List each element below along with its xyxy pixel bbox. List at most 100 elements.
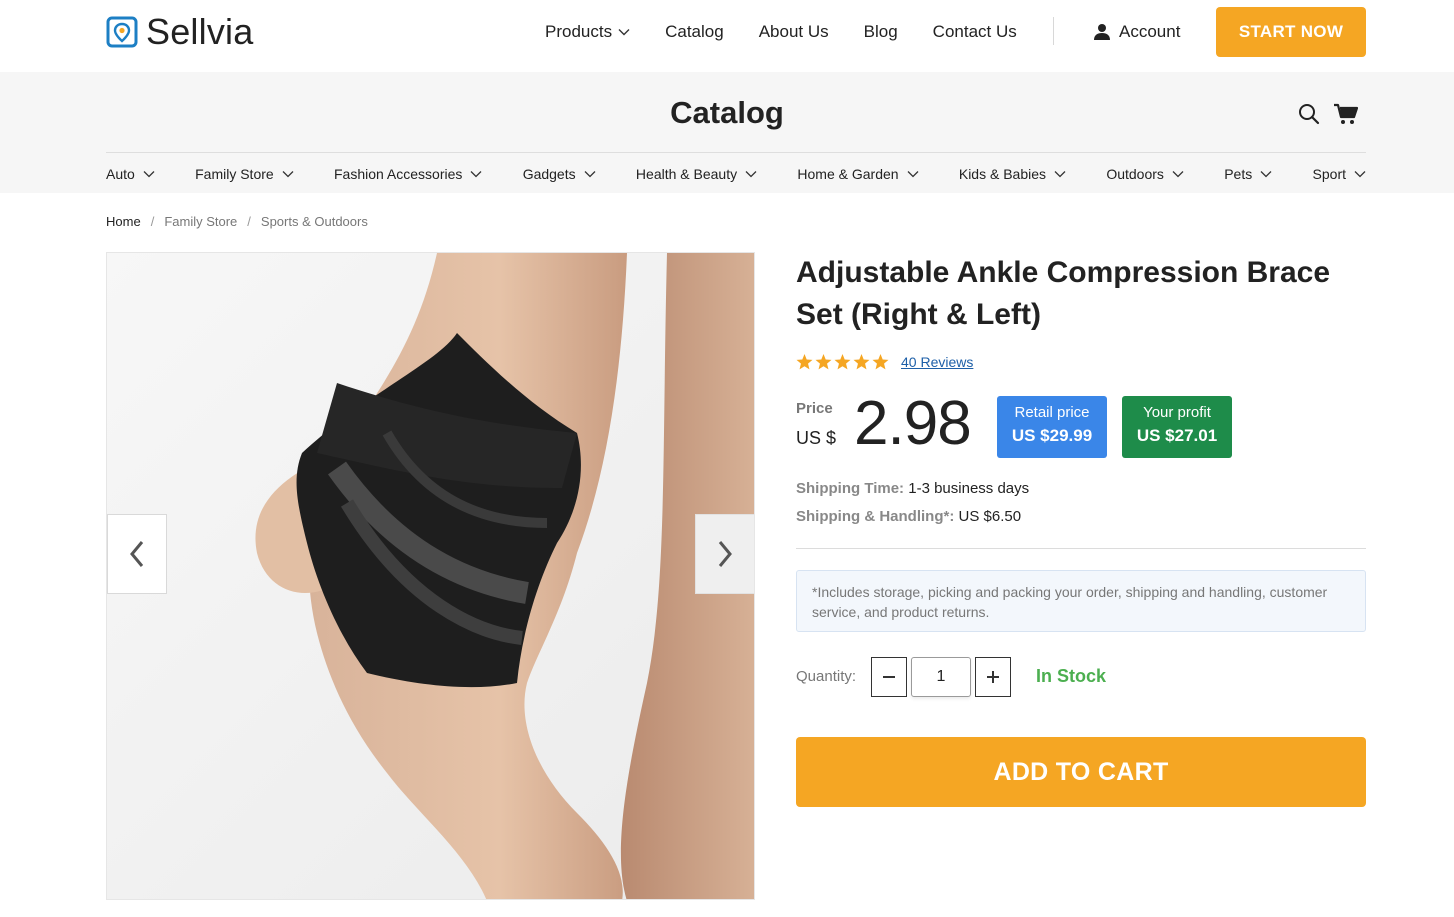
star-icon	[815, 354, 832, 370]
category-label: Family Store	[195, 166, 274, 182]
chevron-down-icon	[1172, 171, 1184, 178]
category-auto[interactable]: Auto	[106, 164, 155, 184]
user-icon	[1094, 24, 1110, 40]
plus-icon	[987, 671, 999, 683]
product-image	[107, 253, 754, 899]
breadcrumb-family-store[interactable]: Family Store	[164, 214, 237, 229]
quantity-decrease-button[interactable]	[871, 657, 907, 697]
chevron-down-icon	[1354, 171, 1366, 178]
product-info: Adjustable Ankle Compression Brace Set (…	[796, 252, 1366, 807]
breadcrumb-sports-outdoors[interactable]: Sports & Outdoors	[261, 214, 368, 229]
category-fashion-accessories[interactable]: Fashion Accessories	[334, 164, 482, 184]
nav-products[interactable]: Products	[545, 22, 630, 42]
reviews-link[interactable]: 40 Reviews	[901, 354, 973, 370]
catalog-divider	[106, 152, 1366, 153]
shipping-note: *Includes storage, picking and packing y…	[796, 570, 1366, 632]
nav-contact-us-label: Contact Us	[932, 22, 1017, 41]
minus-icon	[883, 676, 895, 678]
nav-catalog-label: Catalog	[665, 22, 724, 41]
quantity-increase-button[interactable]	[975, 657, 1011, 697]
nav-catalog[interactable]: Catalog	[665, 22, 724, 42]
chevron-down-icon	[907, 171, 919, 178]
category-label: Kids & Babies	[958, 166, 1047, 182]
category-family-store[interactable]: Family Store	[195, 164, 294, 184]
chevron-left-icon	[130, 541, 144, 567]
top-header: Sellvia Products Catalog About Us Blog C…	[0, 0, 1454, 72]
product-gallery	[106, 252, 755, 900]
profit-label: Your profit	[1143, 404, 1211, 421]
category-label: Sport	[1312, 166, 1346, 182]
price-value: 2.98	[854, 389, 972, 458]
chevron-down-icon	[584, 171, 596, 178]
brand-logo[interactable]: Sellvia	[106, 14, 253, 50]
next-image-button[interactable]	[695, 514, 754, 594]
product-title: Adjustable Ankle Compression Brace Set (…	[796, 256, 1331, 331]
category-label: Health & Beauty	[635, 166, 738, 182]
star-icon	[796, 354, 813, 370]
nav-about-us[interactable]: About Us	[759, 22, 829, 42]
nav-contact-us[interactable]: Contact Us	[933, 22, 1017, 42]
shipping-handling-value: US $6.50	[958, 508, 1022, 525]
nav-products-label: Products	[545, 22, 613, 41]
stock-status: In Stock	[1036, 666, 1107, 686]
chevron-right-icon	[718, 541, 732, 567]
breadcrumb-separator: /	[150, 214, 155, 229]
category-nav: Auto Family Store Fashion Accessories Ga…	[106, 164, 1366, 184]
breadcrumb-separator: /	[247, 214, 251, 229]
category-label: Home & Garden	[797, 166, 899, 182]
category-pets[interactable]: Pets	[1224, 164, 1272, 184]
star-icon	[834, 354, 851, 370]
retail-price-label: Retail price	[1014, 404, 1090, 421]
category-label: Outdoors	[1106, 166, 1164, 182]
prev-image-button[interactable]	[107, 514, 167, 594]
chevron-down-icon	[618, 29, 630, 36]
breadcrumb-home[interactable]: Home	[106, 214, 141, 229]
category-kids-babies[interactable]: Kids & Babies	[959, 164, 1066, 184]
search-icon[interactable]	[1298, 103, 1320, 125]
chevron-down-icon	[143, 171, 155, 178]
star-icon	[872, 354, 889, 370]
logo-pin-icon	[106, 16, 138, 48]
price-currency: US $	[796, 428, 837, 448]
chevron-down-icon	[1260, 171, 1272, 178]
rating: 40 Reviews	[796, 354, 973, 370]
add-to-cart-button[interactable]: ADD TO CART	[796, 737, 1366, 807]
main-nav: Products Catalog About Us Blog Contact U…	[545, 20, 1052, 44]
category-sport[interactable]: Sport	[1313, 164, 1366, 184]
account-link[interactable]: Account	[1093, 20, 1180, 44]
quantity-input[interactable]	[911, 657, 971, 697]
chevron-down-icon	[745, 171, 757, 178]
price-block: Price US $ 2.98 Retail price US $29.99 Y…	[796, 390, 1366, 460]
breadcrumb: Home / Family Store / Sports & Outdoors	[106, 214, 368, 229]
retail-price-value: US $29.99	[1011, 426, 1093, 445]
category-health-beauty[interactable]: Health & Beauty	[636, 164, 757, 184]
category-label: Gadgets	[522, 166, 576, 182]
star-icon	[853, 354, 870, 370]
nav-divider	[1053, 17, 1054, 45]
shipping-handling: Shipping & Handling*: US $6.50	[796, 508, 1021, 525]
category-label: Pets	[1224, 166, 1253, 182]
chevron-down-icon	[470, 171, 482, 178]
category-label: Fashion Accessories	[333, 166, 463, 182]
chevron-down-icon	[282, 171, 294, 178]
price-label: Price	[796, 400, 833, 417]
nav-blog[interactable]: Blog	[864, 22, 898, 42]
quantity-row: Quantity: In Stock	[796, 657, 1366, 697]
shipping-time-label: Shipping Time:	[796, 480, 905, 497]
nav-about-us-label: About Us	[758, 22, 829, 41]
info-divider	[796, 548, 1366, 549]
nav-blog-label: Blog	[863, 22, 898, 41]
category-home-garden[interactable]: Home & Garden	[797, 164, 919, 184]
rating-stars	[796, 354, 891, 370]
cart-icon[interactable]	[1334, 103, 1358, 125]
category-outdoors[interactable]: Outdoors	[1106, 164, 1184, 184]
page-title: Catalog	[670, 95, 784, 130]
category-gadgets[interactable]: Gadgets	[523, 164, 596, 184]
profit-badge: Your profit US $27.01	[1122, 396, 1232, 458]
start-now-button[interactable]: START NOW	[1216, 7, 1366, 57]
shipping-time: Shipping Time: 1-3 business days	[796, 480, 1029, 497]
retail-price-badge: Retail price US $29.99	[997, 396, 1107, 458]
brand-name: Sellvia	[146, 11, 254, 52]
quantity-label: Quantity:	[796, 668, 857, 685]
category-label: Auto	[106, 166, 135, 182]
